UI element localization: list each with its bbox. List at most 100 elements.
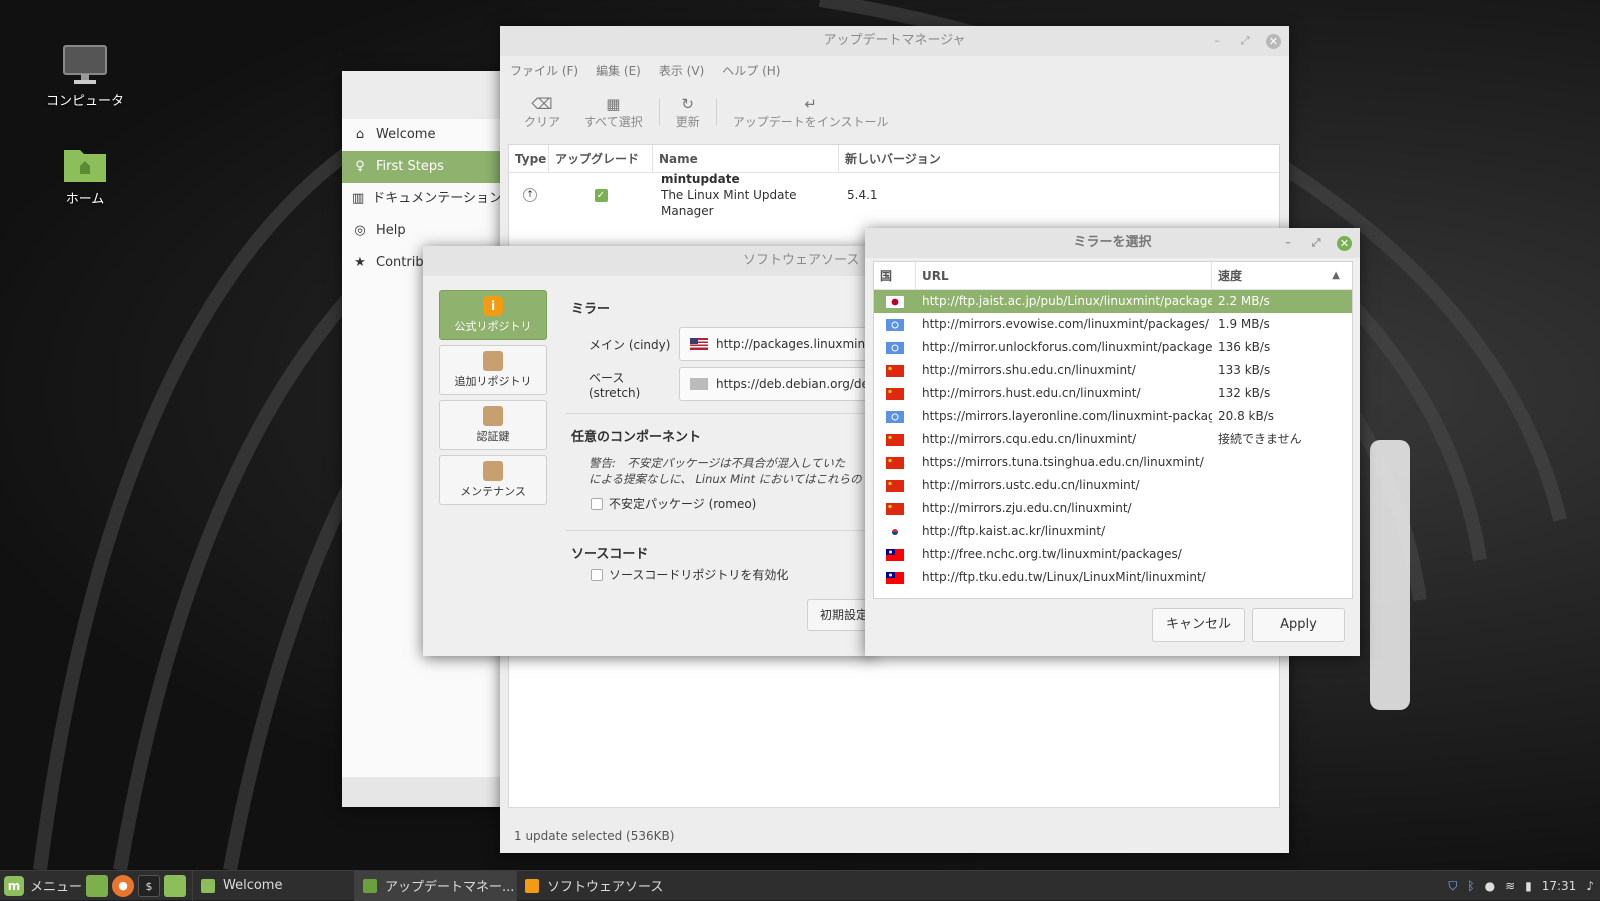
refresh-button[interactable]: ↻ 更新 <box>664 95 712 130</box>
toolbar-separator <box>658 99 660 125</box>
star-icon: ★ <box>354 255 366 270</box>
menu-button[interactable]: m メニュー <box>0 875 83 896</box>
task-welcome[interactable]: Welcome <box>192 870 354 901</box>
maintenance-button[interactable]: メンテナンス <box>439 455 547 505</box>
column-url[interactable]: URL <box>916 262 1212 289</box>
close-icon[interactable]: ✕ <box>1337 235 1352 251</box>
clock[interactable]: 17:31 <box>1542 879 1577 893</box>
mirror-speed: 1.9 MB/s <box>1218 317 1270 331</box>
maintenance-package-icon <box>483 461 503 481</box>
sidebar-item-welcome[interactable]: ⌂ Welcome <box>342 119 502 151</box>
mirror-row[interactable]: http://ftp.kaist.ac.kr/linuxmint/ <box>874 520 1352 543</box>
key-package-icon <box>483 406 503 426</box>
column-type[interactable]: Type <box>509 145 549 172</box>
official-repos-button[interactable]: i 公式リポジトリ <box>439 290 547 340</box>
network-icon[interactable]: ≋ <box>1505 879 1515 893</box>
window-titlebar[interactable]: ソフトウェアソース <box>423 246 873 276</box>
task-update-manager[interactable]: アップデートマネー... <box>354 870 516 901</box>
source-code-checkbox[interactable]: ソースコードリポジトリを有効化 <box>571 566 871 583</box>
cn-flag-icon <box>874 474 916 497</box>
window-titlebar[interactable]: アップデートマネージャ – ⤢ ✕ <box>500 26 1289 56</box>
window-titlebar[interactable]: ミラーを選択 – ⤢ ✕ <box>865 228 1360 258</box>
desktop-icon-home[interactable]: ホーム <box>30 144 140 207</box>
base-mirror-label: ベース (stretch) <box>589 370 641 400</box>
shield-icon[interactable]: ⛉ <box>1448 879 1457 894</box>
column-name[interactable]: Name <box>653 145 839 172</box>
desktop-icon-computer[interactable]: コンピュータ <box>30 44 140 109</box>
welcome-footer <box>342 777 502 807</box>
menu-edit[interactable]: 編集 (E) <box>596 62 641 79</box>
column-country[interactable]: 国 <box>874 262 916 289</box>
close-icon[interactable]: ✕ <box>1266 33 1281 49</box>
mirror-row[interactable]: http://mirrors.ustc.edu.cn/linuxmint/ <box>874 474 1352 497</box>
cn-flag-icon <box>874 428 916 451</box>
sidebar-item-documentation[interactable]: ▥ ドキュメンテーション <box>342 183 502 215</box>
menu-file[interactable]: ファイル (F) <box>510 62 578 79</box>
base-mirror-button[interactable]: https://deb.debian.org/debi <box>679 367 871 401</box>
un-flag-icon <box>874 313 916 336</box>
cancel-button[interactable]: キャンセル <box>1152 608 1245 642</box>
apply-button[interactable]: Apply <box>1252 608 1345 642</box>
menu-help[interactable]: ヘルプ (H) <box>722 62 780 79</box>
maximize-icon[interactable]: ⤢ <box>1309 236 1323 250</box>
task-software-sources[interactable]: ソフトウェアソース <box>516 870 678 901</box>
column-new-version[interactable]: 新しいバージョン <box>839 145 1279 172</box>
bluetooth-icon[interactable]: ᛒ <box>1467 879 1474 893</box>
table-row[interactable]: ↑ ✓ mintupdate The Linux Mint Update Man… <box>509 172 1279 218</box>
mirror-row[interactable]: https://mirrors.tuna.tsinghua.edu.cn/lin… <box>874 451 1352 474</box>
mirror-row[interactable]: http://ftp.jaist.ac.jp/pub/Linux/linuxmi… <box>874 290 1352 313</box>
sidebar-item-help[interactable]: ◎ Help <box>342 215 502 247</box>
folder-icon <box>64 150 106 182</box>
terminal-icon[interactable]: $ <box>138 874 160 897</box>
mirror-row[interactable]: http://mirrors.zju.edu.cn/linuxmint/ <box>874 497 1352 520</box>
info-icon <box>525 878 539 893</box>
volume-icon[interactable]: ♪ <box>1586 879 1594 893</box>
mirror-row[interactable]: http://mirrors.hust.edu.cn/linuxmint/132… <box>874 382 1352 405</box>
official-repos-label: 公式リポジトリ <box>454 320 532 333</box>
sources-sidebar: i 公式リポジトリ 追加リポジトリ 認証鍵 メンテナンス <box>439 290 547 510</box>
sidebar-item-first-steps[interactable]: ♀ First Steps <box>342 151 502 183</box>
minimize-icon[interactable]: – <box>1281 236 1295 250</box>
checkbox-box[interactable] <box>591 568 603 581</box>
package-icon <box>483 351 503 371</box>
upgrade-checkbox[interactable]: ✓ <box>594 188 608 202</box>
tw-flag-icon <box>874 543 916 566</box>
mint-logo-icon: m <box>4 875 24 896</box>
checkbox-box[interactable] <box>591 497 603 510</box>
firefox-icon[interactable]: ● <box>112 874 134 897</box>
install-label: アップデートをインストール <box>732 114 889 129</box>
menu-view[interactable]: 表示 (V) <box>659 62 704 79</box>
user-icon[interactable]: ● <box>1485 879 1495 893</box>
show-desktop-icon[interactable] <box>86 874 108 897</box>
select-all-button[interactable]: ▦ すべて選択 <box>572 95 655 130</box>
install-updates-button[interactable]: ↵ アップデートをインストール <box>721 95 901 130</box>
menu-bar: ファイル (F) 編集 (E) 表示 (V) ヘルプ (H) <box>500 56 1289 84</box>
mirror-speed <box>1212 520 1352 543</box>
battery-icon[interactable]: ▮ <box>1525 879 1532 893</box>
mirror-row[interactable]: http://ftp.tku.edu.tw/Linux/LinuxMint/li… <box>874 566 1352 589</box>
auth-keys-button[interactable]: 認証鍵 <box>439 400 547 450</box>
un-flag-icon <box>874 336 916 359</box>
base-mirror-row: ベース (stretch) https://deb.debian.org/deb… <box>571 367 871 401</box>
files-icon[interactable] <box>164 874 186 897</box>
mirror-speed <box>1212 566 1352 589</box>
mirror-speed <box>1212 543 1352 566</box>
main-mirror-button[interactable]: http://packages.linuxmint.c <box>679 327 871 361</box>
mirror-row[interactable]: http://free.nchc.org.tw/linuxmint/packag… <box>874 543 1352 566</box>
mirror-row[interactable]: http://mirrors.evowise.com/linuxmint/pac… <box>874 313 1352 336</box>
menu-label: メニュー <box>30 880 83 895</box>
mirror-row[interactable]: https://mirrors.layeronline.com/linuxmin… <box>874 405 1352 428</box>
column-speed[interactable]: 速度 ▲ <box>1212 262 1352 289</box>
mirror-url: http://ftp.jaist.ac.jp/pub/Linux/linuxmi… <box>922 294 1212 308</box>
mirror-row[interactable]: http://mirrors.cqu.edu.cn/linuxmint/接続でき… <box>874 428 1352 451</box>
mirror-table-header: 国 URL 速度 ▲ <box>874 262 1352 290</box>
status-text: 1 update selected (536KB) <box>514 829 675 843</box>
mirror-row[interactable]: http://mirrors.shu.edu.cn/linuxmint/133 … <box>874 359 1352 382</box>
additional-repos-button[interactable]: 追加リポジトリ <box>439 345 547 395</box>
unstable-packages-checkbox[interactable]: 不安定パッケージ (romeo) <box>571 495 871 512</box>
minimize-icon[interactable]: – <box>1210 34 1224 48</box>
mirror-row[interactable]: http://mirror.unlockforus.com/linuxmint/… <box>874 336 1352 359</box>
clear-button[interactable]: ⌫ クリア <box>512 95 572 130</box>
maximize-icon[interactable]: ⤢ <box>1238 34 1252 48</box>
column-upgrade[interactable]: アップグレード <box>549 145 653 172</box>
